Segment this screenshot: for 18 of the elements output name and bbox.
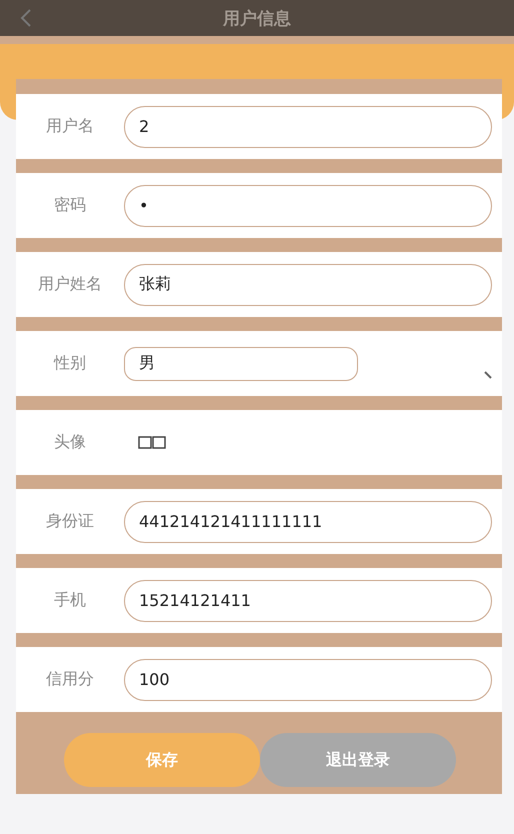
select-field[interactable]: 男 — [124, 346, 358, 380]
field-label: 用户名 — [45, 116, 95, 137]
field-label: 性别 — [52, 353, 87, 374]
input-field[interactable]: 100 — [124, 658, 492, 700]
page-title: 用户信息 — [223, 8, 291, 30]
field-label: 手机 — [53, 590, 87, 611]
input-field[interactable]: • — [124, 184, 492, 226]
field-label: 用户姓名 — [37, 274, 103, 295]
field-label: 信用分 — [45, 669, 95, 690]
input-field[interactable]: 2 — [124, 106, 492, 148]
field-label: 头像 — [53, 432, 87, 453]
field-label: 身份证 — [45, 511, 95, 532]
back-icon[interactable] — [20, 8, 32, 28]
input-field[interactable]: 15214121411 — [124, 580, 492, 622]
broken-image-icon — [138, 434, 168, 450]
input-field[interactable]: 441214121411111111 — [124, 500, 492, 542]
input-field[interactable]: 张莉 — [124, 264, 492, 306]
field-label: 密码 — [53, 195, 87, 216]
